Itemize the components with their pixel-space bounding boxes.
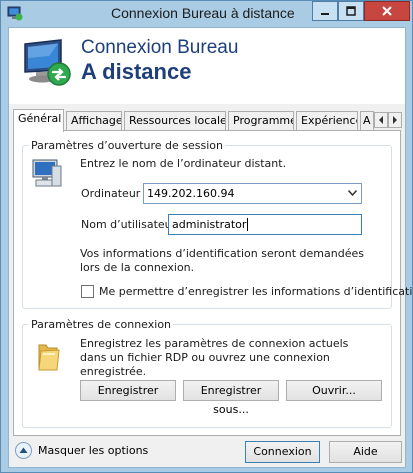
remote-desktop-app-icon[interactable] [7, 5, 23, 21]
connection-settings-group: Paramètres de connexion Enregistrez les … [22, 318, 392, 428]
save-as-button[interactable]: Enregistrer sous... [183, 380, 279, 416]
banner: Connexion Bureau A distance [9, 28, 405, 104]
username-input[interactable]: administrator [168, 214, 362, 235]
maximize-button[interactable] [338, 1, 364, 21]
title-bar[interactable]: Connexion Bureau à distance [1, 1, 412, 27]
tab-advanced-partial[interactable]: A [360, 111, 374, 131]
connection-settings-title: Paramètres de connexion [29, 318, 174, 331]
tab-scroll-left-button[interactable] [374, 112, 388, 128]
minimize-icon [321, 13, 329, 15]
computer-value: 149.202.160.94 [147, 187, 235, 200]
save-credentials-label[interactable]: Me permettre d’enregistrer les informati… [99, 285, 413, 299]
folder-icon [37, 341, 61, 376]
tab-local-resources[interactable]: Ressources locales [124, 111, 226, 131]
chevron-left-icon [379, 116, 383, 124]
banner-title-line1: Connexion Bureau [81, 37, 239, 58]
tab-display[interactable]: Affichage [66, 111, 122, 131]
save-button[interactable]: Enregistrer [80, 380, 176, 401]
remote-desktop-computer-icon [21, 36, 77, 92]
minimize-button[interactable] [312, 1, 338, 21]
text-cursor [247, 218, 249, 231]
computer-icon [31, 158, 63, 195]
maximize-icon [346, 6, 356, 16]
window-title: Connexion Bureau à distance [111, 5, 295, 21]
tab-strip: Général Affichage Ressources locales Pro… [13, 109, 403, 132]
hide-options-label[interactable]: Masquer les options [38, 444, 148, 457]
connect-button[interactable]: Connexion [245, 441, 320, 463]
hide-options-toggle[interactable]: Masquer les options [15, 442, 148, 459]
logon-settings-title: Paramètres d’ouverture de session [29, 139, 225, 152]
dialog-client-area: Connexion Bureau A distance Général Affi… [8, 27, 413, 468]
tab-general[interactable]: Général [13, 109, 64, 132]
close-icon [382, 6, 392, 16]
remote-desktop-window: Connexion Bureau à distance Connexion Bu… [0, 0, 413, 473]
computer-combobox[interactable]: 149.202.160.94 [143, 183, 362, 204]
general-tab-panel: Paramètres d’ouverture de session Entrez… [13, 130, 413, 436]
chevron-right-icon [393, 116, 397, 124]
help-button[interactable]: Aide [329, 441, 402, 463]
logon-settings-group: Paramètres d’ouverture de session Entrez… [22, 139, 413, 309]
tab-programs[interactable]: Programmes [228, 111, 294, 131]
close-button[interactable] [364, 1, 410, 21]
tab-scroll-right-button[interactable] [388, 112, 402, 128]
chevron-down-icon[interactable] [348, 190, 357, 196]
tab-experience[interactable]: Expérience [296, 111, 358, 131]
computer-instruction: Entrez le nom de l’ordinateur distant. [80, 157, 287, 170]
computer-label: Ordinateur : [81, 187, 148, 200]
credentials-note: Vos informations d’identification seront… [80, 247, 364, 274]
username-value: administrator [172, 218, 247, 231]
banner-title-line2: A distance [81, 59, 192, 84]
connection-description: Enregistrez les paramètres de connexion … [80, 337, 349, 378]
save-credentials-checkbox[interactable] [81, 285, 94, 298]
open-button[interactable]: Ouvrir... [286, 380, 382, 401]
chevron-up-icon[interactable] [15, 442, 32, 459]
